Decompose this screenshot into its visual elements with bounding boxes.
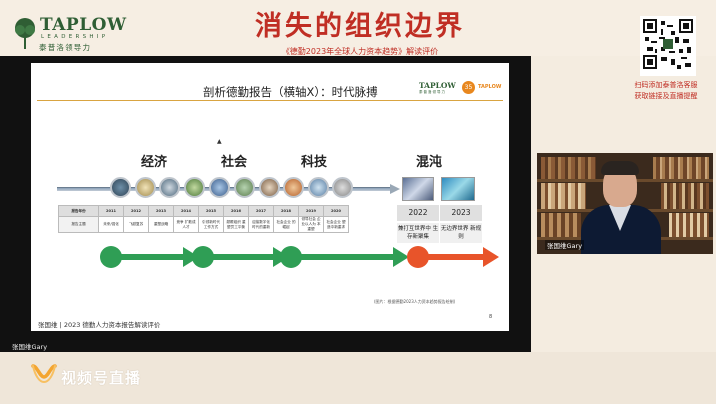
table-header: 报告年份 [58,205,99,217]
timeline-image-2022 [402,177,434,201]
qr-caption: 扫码添加泰普洛客服 获取链接及直播提醒 [620,80,712,102]
books [653,157,709,179]
slide-logo-sub: 泰普洛领导力 [419,90,446,94]
presenter-label: 张国维Gary [12,343,48,351]
table-cell: 竞争 扩散成人才 [173,216,199,233]
category-chaos: 混沌 [416,155,443,170]
arrow-technology [280,246,409,268]
slide-logo: TAPLOW 泰普洛领导力 [419,81,456,95]
qr-code[interactable] [640,16,696,76]
page-title: 消失的组织边界 [255,11,465,42]
tree-icon [15,18,35,49]
table-cell: 2012 [123,205,149,217]
badge-label: TAPLOW [478,84,502,90]
table-cell: 2017 [248,205,274,217]
timeline-circle [209,177,230,198]
category-economy: 经济 [141,155,168,170]
speaker-hair [601,161,639,175]
era-arrows [100,246,499,268]
table-cell: 2019 [298,205,324,217]
presentation-video[interactable]: 剖析德勤报告（横轴X）：时代脉搏 TAPLOW 泰普洛领导力 35 TAPLOW… [0,56,531,352]
timeline-arrow-icon [390,184,400,194]
table-cell: 社会企业 塑造中新重求 [323,216,349,233]
table-cell: 2015 [198,205,224,217]
chaos-year-2022: 2022 [397,205,439,221]
books [661,183,709,209]
speaker-video[interactable] [537,153,713,254]
table-cell: 颠覆组织 重塑员工平衡 [223,216,249,233]
logo-sub: LEADERSHIP [41,34,109,40]
table-cell: 2016 [223,205,249,217]
arrow-economy [100,246,199,268]
books [541,183,586,209]
table-header: 报告主题 [58,216,99,233]
timeline-circle [283,177,304,198]
timeline-circle [110,177,131,198]
timeline-table: 报告年份 2011 2012 2013 2014 2015 2016 2017 … [58,205,349,233]
slide-footer: 张国维 | 2023 德勤人力资本报告解读评价 [38,321,161,329]
taplow-logo: TAPLOW LEADERSHIP 泰普洛领导力 [14,15,127,53]
table-cell: 2020 [323,205,349,217]
table-row-topics: 报告主题 未来/强化 飞越复苏 重塑战略 竞争 扩散成人才 引领新时代 工作方式… [58,216,349,233]
table-cell: 引领新时代 工作方式 [198,216,224,233]
timeline-image-2023 [441,177,475,201]
live-label: 视频号直播 [61,369,142,387]
channels-live-icon [31,364,57,384]
timeline-circle [159,177,180,198]
chaos-topic-2022: 兼打互世界中 生存新聚集 [397,223,439,243]
qr-code-icon [643,19,693,69]
arrow-society [192,246,289,268]
books [541,213,581,237]
arrow-chaos [407,246,499,268]
category-society: 社会 [221,155,248,170]
speaker-name-label: 张国维Gary [545,240,585,250]
books [669,213,709,237]
qr-caption-line2: 获取链接及直播提醒 [634,92,698,100]
timeline-circle [234,177,255,198]
table-cell: 社会企业 的崛起 [273,216,299,233]
qr-caption-line1: 扫码添加泰普洛客服 [634,81,698,89]
header-banner: TAPLOW LEADERSHIP 泰普洛领导力 消失的组织边界 《德勤2023… [0,0,716,56]
slide-page-number: 8 [489,314,493,320]
anniversary-badge: 35 [462,81,475,94]
slide-divider [37,100,503,101]
slide: 剖析德勤报告（横轴X）：时代脉搏 TAPLOW 泰普洛领导力 35 TAPLOW… [31,63,509,331]
table-cell: 领导社会 企业以人为 本重塑 [298,216,324,233]
books [541,157,596,179]
timeline-circle [259,177,280,198]
chaos-year-2023: 2023 [440,205,482,221]
table-cell: 2014 [173,205,199,217]
category-technology: 科技 [301,155,328,170]
table-cell: 未来/强化 [98,216,124,233]
timeline-circle [184,177,205,198]
slide-footnote: (图片：根据德勤2023人力资本趋势报告绘制) [374,299,456,304]
table-cell: 迎接数字化 时代的重新 [248,216,274,233]
table-cell: 2011 [98,205,124,217]
logo-zh: 泰普洛领导力 [39,43,92,52]
logo-name: TAPLOW [40,15,127,35]
table-cell: 2018 [273,205,299,217]
table-cell: 重塑战略 [148,216,174,233]
table-cell: 2013 [148,205,174,217]
timeline-circle [332,177,353,198]
chaos-topic-2023: 无边界世界 新规则 [440,223,482,243]
table-row-years: 报告年份 2011 2012 2013 2014 2015 2016 2017 … [58,205,349,217]
timeline-circle [308,177,329,198]
table-cell: 飞越复苏 [123,216,149,233]
slide-heading: 剖析德勤报告（横轴X）：时代脉搏 [203,85,378,99]
slide-logo-name: TAPLOW [419,81,456,90]
timeline-circle [135,177,156,198]
mouse-cursor-icon: ▲ [217,138,222,145]
